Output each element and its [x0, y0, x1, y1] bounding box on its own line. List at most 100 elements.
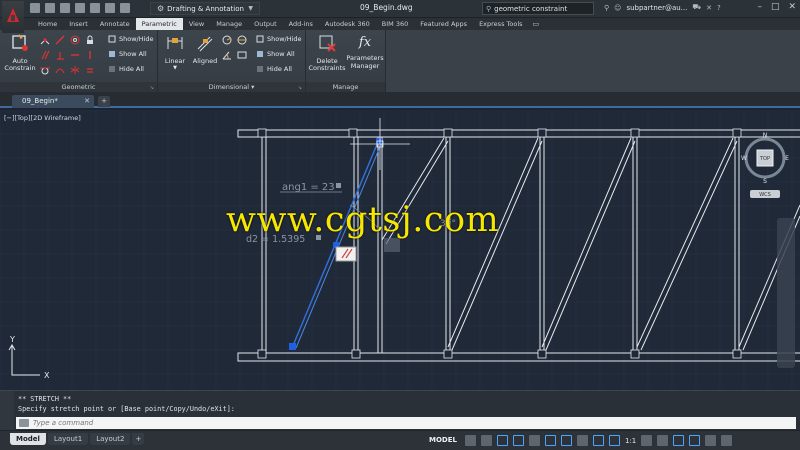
ribbon-tab-express-tools[interactable]: Express Tools [473, 18, 528, 30]
bottom-chord[interactable] [237, 352, 800, 362]
ribbon-tab-annotate[interactable]: Annotate [94, 18, 136, 30]
command-input[interactable] [33, 419, 333, 427]
grip[interactable] [289, 343, 296, 350]
constraint-marker[interactable] [443, 349, 453, 359]
constraint-marker[interactable] [348, 128, 358, 138]
new-icon[interactable] [30, 3, 40, 13]
angular-icon[interactable] [222, 50, 232, 60]
save-as-icon[interactable] [75, 3, 85, 13]
maximize-icon[interactable]: □ [771, 2, 780, 12]
search-input[interactable] [494, 4, 590, 13]
ribbon-tab-add-ins[interactable]: Add-ins [283, 18, 319, 30]
equal-icon[interactable] [85, 65, 95, 75]
symmetric-icon[interactable] [70, 65, 80, 75]
constraint-marker[interactable] [257, 128, 267, 138]
grid-icon[interactable] [464, 435, 476, 446]
auto-constrain-button[interactable]: Auto Constrain [4, 33, 36, 73]
redo-icon[interactable] [120, 3, 130, 13]
gear-icon[interactable] [641, 435, 653, 446]
constraint-marker[interactable] [537, 349, 547, 359]
ortho-icon[interactable] [496, 435, 508, 446]
vertical-member[interactable] [632, 137, 638, 353]
ribbon-tab-insert[interactable]: Insert [63, 18, 94, 30]
object-snap-tracking-icon[interactable] [544, 435, 556, 446]
layout-tab-layout1[interactable]: Layout1 [47, 433, 89, 445]
constraint-marker[interactable] [351, 349, 361, 359]
parallel-icon[interactable] [40, 50, 50, 60]
compass-e[interactable]: E [785, 155, 789, 162]
ribbon-tab-view[interactable]: View [183, 18, 210, 30]
ribbon-tab-home[interactable]: Home [32, 18, 63, 30]
constraint-marker[interactable] [630, 349, 640, 359]
model-space-button[interactable]: MODEL [426, 434, 460, 447]
close-icon[interactable]: ✕ [84, 95, 90, 108]
layout-tab-model[interactable]: Model [10, 433, 46, 445]
linear-button[interactable]: Linear ▼ [162, 33, 188, 73]
convert-icon[interactable] [237, 50, 247, 60]
file-tab[interactable]: 09_Begin* ✕ [12, 95, 94, 108]
lineweight-icon[interactable] [576, 435, 588, 446]
annotation-scale-icon[interactable] [608, 435, 620, 446]
compass-w[interactable]: W [741, 155, 747, 162]
undo-icon[interactable] [105, 3, 115, 13]
dimensional-show-hide-button[interactable]: Show/Hide [256, 35, 302, 43]
annotation-visibility-icon[interactable] [592, 435, 604, 446]
top-chord[interactable] [237, 129, 800, 138]
save-icon[interactable] [60, 3, 70, 13]
workspace-switcher[interactable]: ⚙ Drafting & Annotation ▼ [150, 2, 260, 15]
ribbon-tab-featured-apps[interactable]: Featured Apps [414, 18, 473, 30]
dialog-launcher-icon[interactable]: ↘ [150, 85, 154, 91]
ribbon-tab-autodesk-360[interactable]: Autodesk 360 [319, 18, 376, 30]
command-line-handle[interactable] [0, 391, 14, 431]
coincident-icon[interactable] [40, 35, 50, 45]
isodraft-icon[interactable] [528, 435, 540, 446]
chevron-down-icon[interactable]: ▾ [251, 83, 254, 91]
constraint-marker[interactable] [732, 349, 742, 359]
grip-menu[interactable] [384, 238, 400, 252]
parameters-manager-button[interactable]: fx Parameters Manager [346, 33, 384, 70]
delete-constraints-button[interactable]: Delete Constraints [308, 33, 346, 73]
vertical-icon[interactable] [85, 50, 95, 60]
polar-icon[interactable] [512, 435, 524, 446]
isolate-objects-icon[interactable] [673, 435, 685, 446]
viewcube[interactable]: TOP N S W E WCS [740, 130, 790, 200]
plot-icon[interactable] [90, 3, 100, 13]
aligned-button[interactable]: Aligned [190, 33, 220, 65]
concentric-icon[interactable] [70, 35, 80, 45]
constraint-marker[interactable] [537, 128, 547, 138]
annotation-scale[interactable]: 1:1 [625, 437, 636, 445]
diagonal-member[interactable] [541, 137, 636, 351]
vertical-member[interactable] [445, 137, 451, 353]
perpendicular-icon[interactable] [55, 50, 65, 60]
new-tab-button[interactable]: + [98, 96, 110, 107]
lock-icon[interactable] [85, 35, 95, 45]
ribbon-tab-manage[interactable]: Manage [210, 18, 248, 30]
user-name[interactable]: subpartner@au... [626, 4, 687, 12]
vertical-member[interactable] [353, 137, 359, 353]
search-box[interactable]: ⚲ [482, 2, 594, 15]
ribbon-tab-parametric[interactable]: Parametric [135, 18, 183, 30]
hardware-acceleration-icon[interactable] [689, 435, 701, 446]
clean-screen-icon[interactable] [705, 435, 717, 446]
ribbon-tab-bim-360[interactable]: BIM 360 [376, 18, 414, 30]
collinear-icon[interactable] [55, 35, 65, 45]
plus-icon[interactable] [657, 435, 669, 446]
user-icon[interactable]: ☺ [614, 4, 621, 12]
customization-icon[interactable] [721, 435, 733, 446]
radius-icon[interactable] [222, 35, 232, 45]
add-layout-button[interactable]: + [132, 433, 145, 445]
layout-tab-layout2[interactable]: Layout2 [90, 433, 131, 445]
compass-s[interactable]: S [763, 178, 767, 185]
snap-icon[interactable] [480, 435, 492, 446]
navigation-bar[interactable] [777, 218, 795, 368]
vertical-member[interactable] [734, 137, 740, 353]
constraint-marker[interactable] [443, 128, 453, 138]
ribbon-minimize-icon[interactable]: ▭ [529, 18, 540, 30]
application-menu-button[interactable] [2, 1, 24, 33]
geometric-show-all-button[interactable]: Show All [108, 50, 147, 58]
close-icon[interactable]: ✕ [788, 2, 796, 12]
dimensional-hide-all-button[interactable]: Hide All [256, 65, 292, 73]
vertical-member[interactable] [539, 137, 545, 353]
constraint-glyph[interactable] [335, 246, 357, 262]
cart-icon[interactable]: ⛟ [692, 3, 701, 12]
